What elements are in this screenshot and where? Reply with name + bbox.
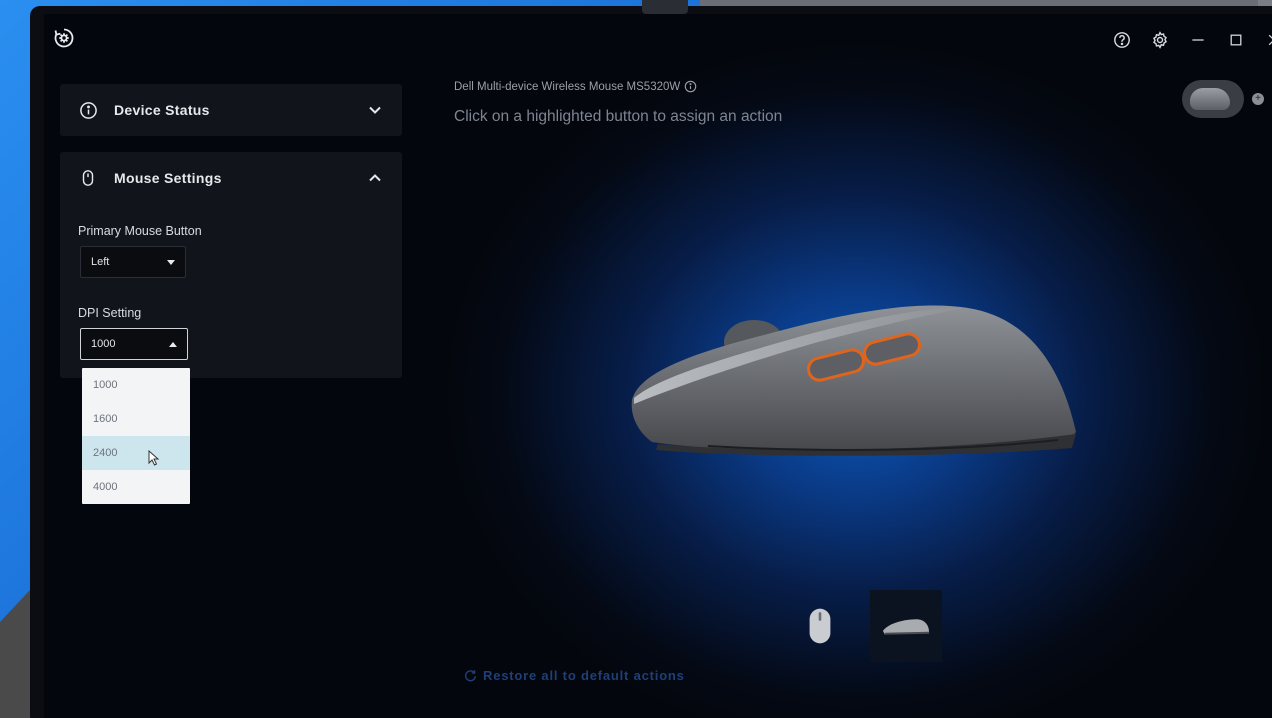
- restore-defaults-link[interactable]: Restore all to default actions: [464, 668, 685, 683]
- device-status-title: Device Status: [114, 102, 210, 118]
- dpi-option[interactable]: 1600: [82, 402, 190, 436]
- dpi-value: 1000: [91, 338, 116, 350]
- device-name-text: Dell Multi-device Wireless Mouse MS5320W: [454, 80, 681, 93]
- mouse-icon: [78, 168, 98, 188]
- refresh-icon: [464, 670, 477, 682]
- restore-defaults-text: Restore all to default actions: [483, 668, 685, 683]
- dpi-dropdown-list: 1000 1600 2400 4000: [82, 368, 190, 504]
- caret-down-icon: [167, 259, 175, 265]
- add-device-icon[interactable]: +: [1252, 93, 1264, 105]
- info-icon[interactable]: [684, 80, 697, 93]
- device-name: Dell Multi-device Wireless Mouse MS5320W: [454, 80, 697, 93]
- primary-button-value: Left: [91, 256, 110, 268]
- assign-action-hint: Click on a highlighted button to assign …: [454, 108, 783, 125]
- primary-button-select[interactable]: Left: [80, 246, 186, 278]
- mouse-illustration: [631, 305, 1076, 456]
- close-icon[interactable]: [1264, 30, 1272, 50]
- dpi-select[interactable]: 1000: [80, 328, 188, 360]
- dpi-option[interactable]: 1000: [82, 368, 190, 402]
- dpi-option[interactable]: 4000: [82, 470, 190, 504]
- chevron-down-icon[interactable]: [366, 101, 384, 119]
- dpi-option-highlighted[interactable]: 2400: [82, 436, 190, 470]
- view-side[interactable]: [870, 590, 942, 662]
- chevron-up-icon[interactable]: [366, 169, 384, 187]
- app-logo-icon: [52, 26, 76, 50]
- window-controls: [1112, 30, 1272, 50]
- view-top[interactable]: [784, 590, 856, 662]
- webcam: [642, 0, 688, 14]
- mouse-settings-panel: Mouse Settings Primary Mouse Button Left…: [60, 152, 402, 378]
- info-icon: [78, 100, 98, 120]
- settings-icon[interactable]: [1150, 30, 1170, 50]
- device-status-header[interactable]: Device Status: [60, 84, 402, 136]
- view-thumbnails: [784, 590, 942, 662]
- device-thumbnail[interactable]: [1182, 80, 1244, 118]
- app-window: Device Status Mouse Settings Primary Mou…: [44, 14, 1272, 718]
- mouse-cursor-icon: [148, 450, 160, 466]
- maximize-icon[interactable]: [1226, 30, 1246, 50]
- mouse-settings-header[interactable]: Mouse Settings: [60, 152, 402, 204]
- help-icon[interactable]: [1112, 30, 1132, 50]
- dpi-setting-label: DPI Setting: [78, 306, 142, 320]
- device-status-panel: Device Status: [60, 84, 402, 136]
- device-switcher: +: [1182, 80, 1264, 118]
- primary-button-label: Primary Mouse Button: [78, 224, 202, 238]
- mouse-settings-title: Mouse Settings: [114, 170, 222, 186]
- caret-up-icon: [169, 341, 177, 347]
- minimize-icon[interactable]: [1188, 30, 1208, 50]
